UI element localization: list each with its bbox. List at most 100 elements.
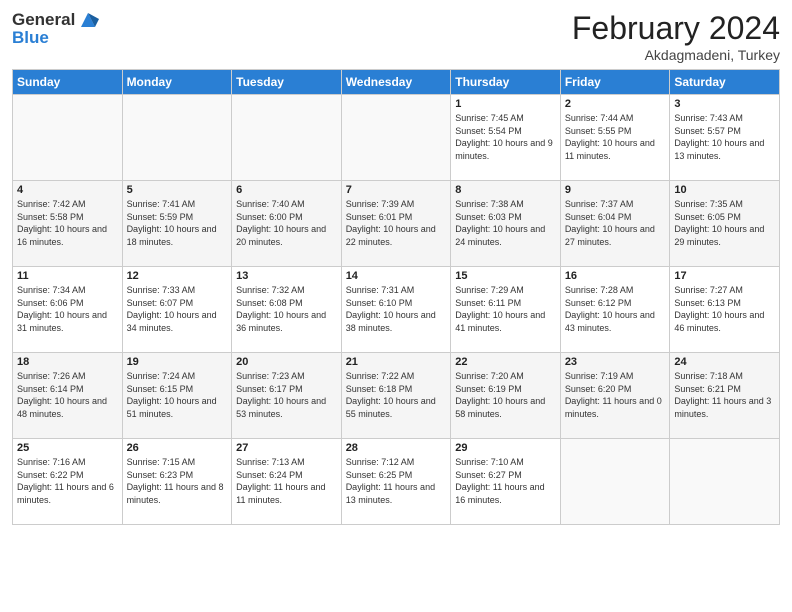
day-info: Sunrise: 7:31 AM Sunset: 6:10 PM Dayligh… — [346, 284, 447, 334]
calendar-day-cell — [232, 95, 342, 181]
day-info: Sunrise: 7:40 AM Sunset: 6:00 PM Dayligh… — [236, 198, 337, 248]
calendar-day-cell: 25 Sunrise: 7:16 AM Sunset: 6:22 PM Dayli… — [13, 439, 123, 525]
calendar-day-cell: 18 Sunrise: 7:26 AM Sunset: 6:14 PM Dayli… — [13, 353, 123, 439]
calendar-week-row: 1 Sunrise: 7:45 AM Sunset: 5:54 PM Daylig… — [13, 95, 780, 181]
calendar-day-cell: 24 Sunrise: 7:18 AM Sunset: 6:21 PM Dayli… — [670, 353, 780, 439]
calendar-table: SundayMondayTuesdayWednesdayThursdayFrid… — [12, 69, 780, 525]
calendar-day-cell: 17 Sunrise: 7:27 AM Sunset: 6:13 PM Dayli… — [670, 267, 780, 353]
day-number: 29 — [455, 442, 556, 454]
calendar-day-cell: 16Sunrise: 7:28 AM Sunset: 6:12 PM Dayli… — [560, 267, 670, 353]
day-info: Sunrise: 7:12 AM Sunset: 6:25 PM Dayligh… — [346, 456, 447, 506]
column-header-thursday: Thursday — [451, 70, 561, 95]
day-number: 10 — [674, 184, 775, 196]
day-info: Sunrise: 7:37 AM Sunset: 6:04 PM Dayligh… — [565, 198, 666, 248]
day-number: 24 — [674, 356, 775, 368]
day-number: 27 — [236, 442, 337, 454]
day-info: Sunrise: 7:24 AM Sunset: 6:15 PM Dayligh… — [127, 370, 228, 420]
day-info: Sunrise: 7:45 AM Sunset: 5:54 PM Dayligh… — [455, 112, 556, 162]
calendar-day-cell — [341, 95, 451, 181]
page: General Blue February 2024 Akdagmadeni, … — [0, 0, 792, 612]
day-number: 22 — [455, 356, 556, 368]
calendar-day-cell: 13Sunrise: 7:32 AM Sunset: 6:08 PM Dayli… — [232, 267, 342, 353]
day-number: 28 — [346, 442, 447, 454]
calendar-day-cell: 4 Sunrise: 7:42 AM Sunset: 5:58 PM Daylig… — [13, 181, 123, 267]
calendar-day-cell: 10 Sunrise: 7:35 AM Sunset: 6:05 PM Dayli… — [670, 181, 780, 267]
column-header-sunday: Sunday — [13, 70, 123, 95]
day-number: 19 — [127, 356, 228, 368]
day-info: Sunrise: 7:16 AM Sunset: 6:22 PM Dayligh… — [17, 456, 118, 506]
day-info: Sunrise: 7:33 AM Sunset: 6:07 PM Dayligh… — [127, 284, 228, 334]
day-number: 7 — [346, 184, 447, 196]
day-info: Sunrise: 7:35 AM Sunset: 6:05 PM Dayligh… — [674, 198, 775, 248]
calendar-subtitle: Akdagmadeni, Turkey — [572, 47, 780, 63]
day-info: Sunrise: 7:34 AM Sunset: 6:06 PM Dayligh… — [17, 284, 118, 334]
column-header-wednesday: Wednesday — [341, 70, 451, 95]
calendar-week-row: 4 Sunrise: 7:42 AM Sunset: 5:58 PM Daylig… — [13, 181, 780, 267]
day-number: 1 — [455, 98, 556, 110]
title-block: February 2024 Akdagmadeni, Turkey — [572, 10, 780, 63]
day-info: Sunrise: 7:26 AM Sunset: 6:14 PM Dayligh… — [17, 370, 118, 420]
day-info: Sunrise: 7:41 AM Sunset: 5:59 PM Dayligh… — [127, 198, 228, 248]
day-info: Sunrise: 7:39 AM Sunset: 6:01 PM Dayligh… — [346, 198, 447, 248]
day-number: 21 — [346, 356, 447, 368]
column-header-tuesday: Tuesday — [232, 70, 342, 95]
day-info: Sunrise: 7:10 AM Sunset: 6:27 PM Dayligh… — [455, 456, 556, 506]
day-info: Sunrise: 7:18 AM Sunset: 6:21 PM Dayligh… — [674, 370, 775, 420]
calendar-day-cell: 19 Sunrise: 7:24 AM Sunset: 6:15 PM Dayli… — [122, 353, 232, 439]
day-number: 25 — [17, 442, 118, 454]
day-info: Sunrise: 7:15 AM Sunset: 6:23 PM Dayligh… — [127, 456, 228, 506]
calendar-day-cell: 23 Sunrise: 7:19 AM Sunset: 6:20 PM Dayli… — [560, 353, 670, 439]
day-number: 11 — [17, 270, 118, 282]
calendar-day-cell: 26 Sunrise: 7:15 AM Sunset: 6:23 PM Dayli… — [122, 439, 232, 525]
day-info: Sunrise: 7:27 AM Sunset: 6:13 PM Dayligh… — [674, 284, 775, 334]
calendar-day-cell: 12 Sunrise: 7:33 AM Sunset: 6:07 PM Dayli… — [122, 267, 232, 353]
day-number: 18 — [17, 356, 118, 368]
calendar-day-cell: 3 Sunrise: 7:43 AM Sunset: 5:57 PM Daylig… — [670, 95, 780, 181]
day-info: Sunrise: 7:38 AM Sunset: 6:03 PM Dayligh… — [455, 198, 556, 248]
calendar-day-cell: 7 Sunrise: 7:39 AM Sunset: 6:01 PM Daylig… — [341, 181, 451, 267]
calendar-day-cell: 9Sunrise: 7:37 AM Sunset: 6:04 PM Daylig… — [560, 181, 670, 267]
logo-blue-text: Blue — [12, 28, 99, 48]
day-number: 6 — [236, 184, 337, 196]
day-number: 8 — [455, 184, 556, 196]
day-info: Sunrise: 7:32 AM Sunset: 6:08 PM Dayligh… — [236, 284, 337, 334]
day-number: 5 — [127, 184, 228, 196]
calendar-day-cell: 29 Sunrise: 7:10 AM Sunset: 6:27 PM Dayli… — [451, 439, 561, 525]
day-number: 4 — [17, 184, 118, 196]
calendar-day-cell: 14Sunrise: 7:31 AM Sunset: 6:10 PM Dayli… — [341, 267, 451, 353]
day-info: Sunrise: 7:42 AM Sunset: 5:58 PM Dayligh… — [17, 198, 118, 248]
calendar-day-cell: 2 Sunrise: 7:44 AM Sunset: 5:55 PM Daylig… — [560, 95, 670, 181]
calendar-day-cell: 5 Sunrise: 7:41 AM Sunset: 5:59 PM Daylig… — [122, 181, 232, 267]
day-number: 23 — [565, 356, 666, 368]
day-number: 15 — [455, 270, 556, 282]
day-info: Sunrise: 7:29 AM Sunset: 6:11 PM Dayligh… — [455, 284, 556, 334]
day-number: 17 — [674, 270, 775, 282]
calendar-day-cell: 15 Sunrise: 7:29 AM Sunset: 6:11 PM Dayli… — [451, 267, 561, 353]
calendar-day-cell: 1 Sunrise: 7:45 AM Sunset: 5:54 PM Daylig… — [451, 95, 561, 181]
calendar-week-row: 18 Sunrise: 7:26 AM Sunset: 6:14 PM Dayli… — [13, 353, 780, 439]
calendar-day-cell — [670, 439, 780, 525]
calendar-day-cell: 20 Sunrise: 7:23 AM Sunset: 6:17 PM Dayli… — [232, 353, 342, 439]
day-number: 20 — [236, 356, 337, 368]
day-number: 3 — [674, 98, 775, 110]
column-header-friday: Friday — [560, 70, 670, 95]
day-number: 26 — [127, 442, 228, 454]
calendar-day-cell: 28 Sunrise: 7:12 AM Sunset: 6:25 PM Dayli… — [341, 439, 451, 525]
day-info: Sunrise: 7:43 AM Sunset: 5:57 PM Dayligh… — [674, 112, 775, 162]
calendar-day-cell — [13, 95, 123, 181]
calendar-day-cell: 8 Sunrise: 7:38 AM Sunset: 6:03 PM Daylig… — [451, 181, 561, 267]
day-number: 16 — [565, 270, 666, 282]
calendar-week-row: 25 Sunrise: 7:16 AM Sunset: 6:22 PM Dayli… — [13, 439, 780, 525]
calendar-day-cell: 22Sunrise: 7:20 AM Sunset: 6:19 PM Dayli… — [451, 353, 561, 439]
day-number: 12 — [127, 270, 228, 282]
day-info: Sunrise: 7:19 AM Sunset: 6:20 PM Dayligh… — [565, 370, 666, 420]
column-header-monday: Monday — [122, 70, 232, 95]
logo: General Blue — [12, 10, 99, 47]
calendar-day-cell: 27Sunrise: 7:13 AM Sunset: 6:24 PM Dayli… — [232, 439, 342, 525]
day-info: Sunrise: 7:44 AM Sunset: 5:55 PM Dayligh… — [565, 112, 666, 162]
calendar-header-row: SundayMondayTuesdayWednesdayThursdayFrid… — [13, 70, 780, 95]
day-info: Sunrise: 7:23 AM Sunset: 6:17 PM Dayligh… — [236, 370, 337, 420]
calendar-week-row: 11 Sunrise: 7:34 AM Sunset: 6:06 PM Dayli… — [13, 267, 780, 353]
day-number: 2 — [565, 98, 666, 110]
calendar-day-cell — [122, 95, 232, 181]
